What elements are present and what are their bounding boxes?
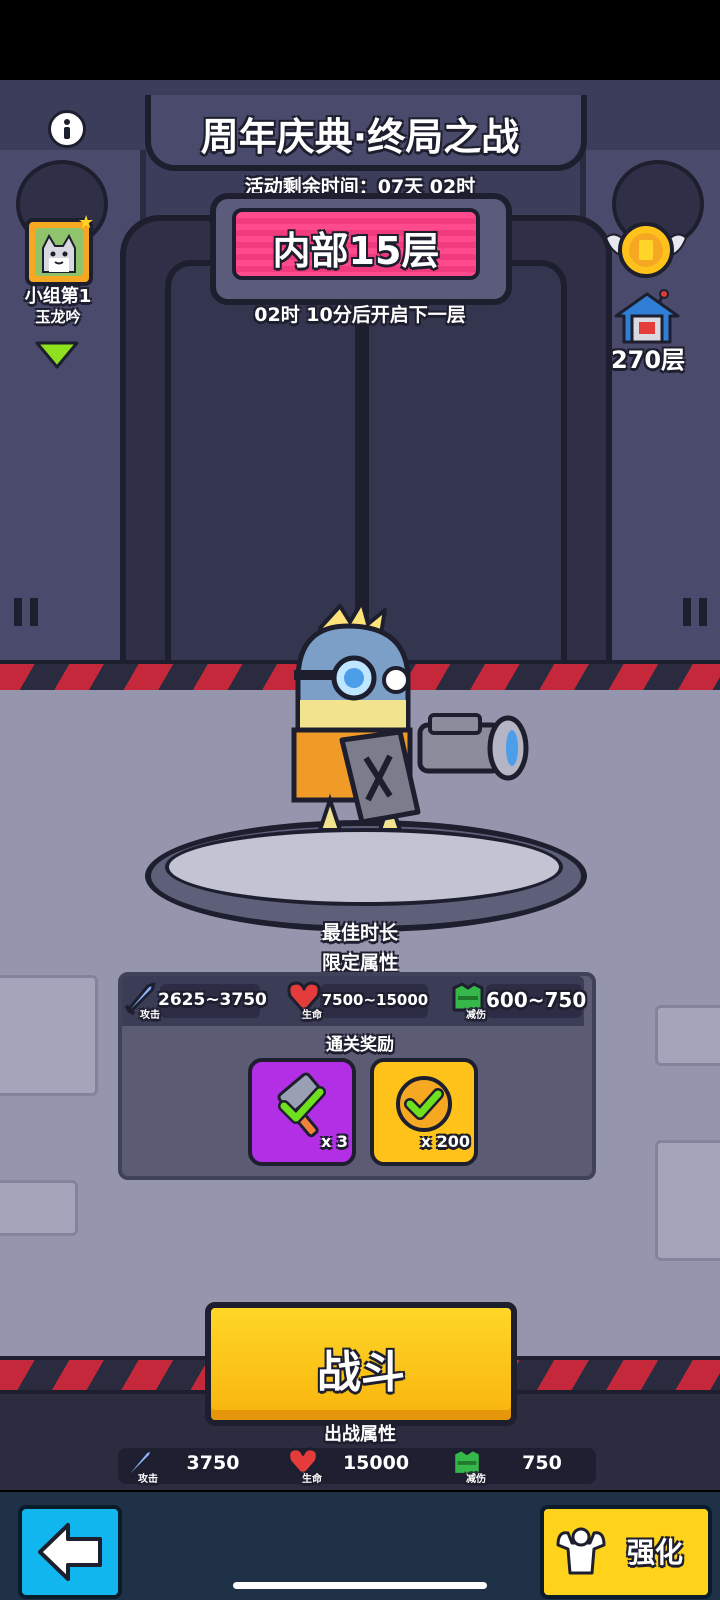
floor-tile [655,1140,720,1261]
arrow-left-icon [36,1521,104,1583]
floor-tile [0,1180,78,1236]
vent-slot [683,598,691,626]
limit-attr-label: 限定属性 [321,952,398,974]
boss-character [270,600,540,850]
event-title: 周年庆典·终局之战 [200,115,520,159]
reward-item-coin[interactable]: x 200 [370,1058,478,1166]
fight-button[interactable]: 战斗 [205,1302,517,1426]
limit-attack-value: 2625~3750 [158,990,267,1010]
reward-qty: x 3 [320,1132,348,1151]
floor-label: 内部15层 [272,229,440,273]
reward-label: 通关奖励 [326,1035,394,1055]
best-time-label: 最佳时长 [321,922,398,944]
home-indicator[interactable] [233,1582,487,1589]
battle-hp-value: 15000 [342,1452,410,1474]
group-rank-label: 小组第1 [24,286,92,307]
winged-coin-icon[interactable] [604,218,688,284]
vent-slot [14,598,22,626]
player-name: 玉龙吟 [35,308,81,326]
limit-hp-value: 7500~15000 [321,991,429,1009]
battle-def-value: 750 [522,1452,562,1474]
reward-item-hammer[interactable]: x 3 [248,1058,356,1166]
upgrade-label: 强化 [626,1536,683,1569]
upgrade-button[interactable]: 强化 [540,1505,712,1599]
muscle-icon [554,1523,608,1577]
hammer-icon [268,1072,336,1140]
star-icon: ★ [78,212,95,233]
check-coin-icon [392,1072,456,1136]
floor-tile [0,975,98,1096]
back-button[interactable] [18,1505,122,1599]
battle-attack-value: 3750 [186,1452,240,1474]
attack-tag: 攻击 [138,1474,158,1485]
fight-button-label: 战斗 [317,1347,405,1398]
vent-slot [699,598,707,626]
floor-tile [655,1005,720,1066]
status-bar-area [0,0,720,80]
home-icon[interactable] [612,288,682,344]
def-tag: 减伤 [466,1474,486,1485]
battle-stats-label: 出战属性 [324,1424,396,1445]
next-floor-timer: 02时 10分后开启下一层 [254,304,466,326]
total-floors-label: 270层 [610,346,686,374]
vent-slot [30,598,38,626]
chevron-down-icon[interactable] [34,340,80,370]
limit-def-value: 600~750 [486,988,587,1012]
info-icon[interactable] [48,110,86,148]
reward-qty: x 200 [420,1132,470,1151]
